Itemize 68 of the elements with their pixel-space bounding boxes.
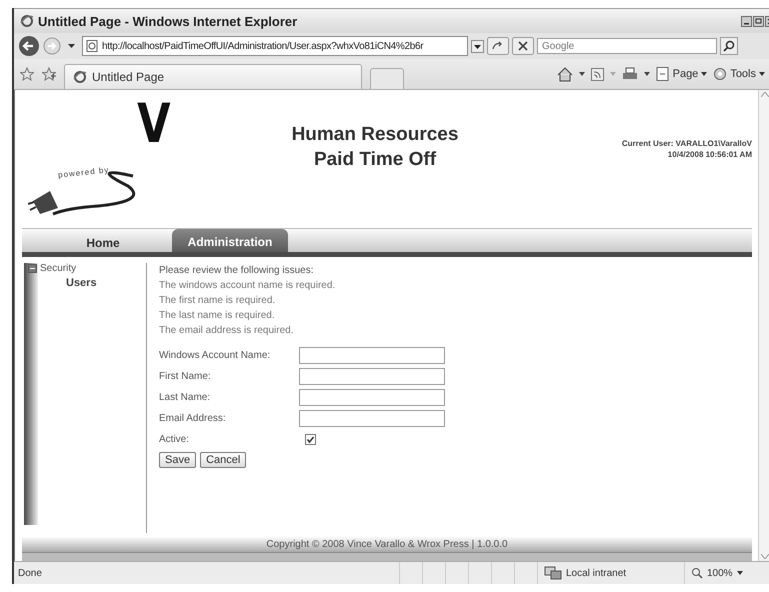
field-label: First Name: — [159, 371, 212, 382]
dropdown-icon[interactable] — [68, 44, 75, 48]
logo-letter: V — [137, 92, 171, 155]
caret-icon — [736, 571, 743, 575]
home-icon[interactable] — [556, 66, 573, 82]
browser-logo-icon — [20, 14, 34, 28]
text-field[interactable] — [299, 368, 445, 385]
menu-tab[interactable]: Administration — [172, 229, 288, 252]
url-text: http://localhost/PaidTimeOffUI/Administration/User.aspx?whxVo81iCN4%2b6r — [102, 40, 424, 52]
refresh-icon[interactable] — [487, 37, 509, 55]
dropdown-icon[interactable] — [471, 40, 484, 52]
browser-tab[interactable]: Untitled Page — [64, 64, 362, 89]
field-label: Windows Account Name: — [159, 350, 272, 361]
validation-message: The first name is required. — [159, 294, 276, 308]
gear-icon — [713, 67, 728, 81]
status-text: Done — [17, 568, 43, 578]
add-favorite-icon[interactable] — [42, 67, 56, 81]
dropdown-icon[interactable] — [644, 72, 650, 76]
footer-text: Copyright © 2008 Vince Varallo & Wrox Press | 1.0.0.0 — [22, 537, 752, 552]
save-button[interactable]: Save — [159, 452, 196, 468]
tree-item[interactable]: Security — [40, 263, 76, 274]
magnifier-icon — [691, 567, 703, 579]
scroll-up-icon[interactable] — [761, 92, 769, 97]
favorites-star-icon[interactable] — [20, 67, 34, 81]
caret-icon — [759, 72, 765, 76]
text-field[interactable] — [299, 389, 445, 406]
search-field[interactable]: Google — [537, 38, 717, 54]
logo-text: powered by — [58, 165, 110, 180]
scrollbar[interactable] — [758, 90, 769, 561]
zoom-control[interactable]: 100% — [684, 562, 769, 584]
browser-logo-icon — [73, 70, 87, 84]
current-user: Current User: VARALLO1\VaralloV — [620, 138, 752, 149]
feed-icon[interactable] — [590, 68, 604, 80]
dropdown-icon[interactable] — [578, 72, 585, 76]
tree-item[interactable]: Users — [38, 277, 97, 289]
toolbar-menu[interactable]: Page — [656, 67, 708, 81]
scroll-down-icon[interactable] — [761, 554, 769, 559]
text-field[interactable] — [299, 410, 445, 427]
page-title: Human Resources — [290, 123, 460, 147]
stop-icon[interactable] — [512, 37, 534, 55]
field-label: Active: — [159, 434, 190, 445]
checkmark-icon — [306, 435, 315, 444]
back-icon[interactable] — [18, 35, 40, 57]
checkbox[interactable] — [305, 434, 316, 445]
collapse-icon[interactable] — [28, 264, 37, 273]
window-title: Untitled Page - Windows Internet Explorer — [38, 14, 298, 28]
page-icon — [656, 67, 670, 81]
minimize-icon[interactable] — [741, 16, 752, 26]
validation-message: Please review the following issues: — [159, 264, 315, 278]
page-title: Paid Time Off — [312, 148, 438, 172]
cancel-button[interactable]: Cancel — [200, 452, 246, 468]
timestamp: 10/4/2008 10:56:01 AM — [666, 149, 752, 160]
printer-icon[interactable] — [622, 67, 638, 81]
zone-text: Local intranet — [566, 568, 626, 578]
forward-icon[interactable] — [43, 37, 61, 55]
search-icon[interactable] — [720, 37, 738, 55]
network-icon — [544, 566, 562, 580]
address-field[interactable]: http://localhost/PaidTimeOffUI/Administration/User.aspx?whxVo81iCN4%2b6r — [82, 36, 468, 56]
validation-message: The last name is required. — [159, 309, 276, 323]
field-label: Last Name: — [159, 392, 212, 403]
validation-message: The email address is required. — [159, 324, 295, 338]
menu-tab[interactable]: Home — [48, 233, 158, 252]
toolbar-menu[interactable]: Tools — [713, 67, 765, 81]
field-label: Email Address: — [159, 413, 227, 424]
validation-message: The windows account name is required. — [159, 279, 336, 293]
caret-icon — [701, 72, 708, 76]
page-icon — [86, 40, 98, 52]
text-field[interactable] — [299, 347, 445, 364]
